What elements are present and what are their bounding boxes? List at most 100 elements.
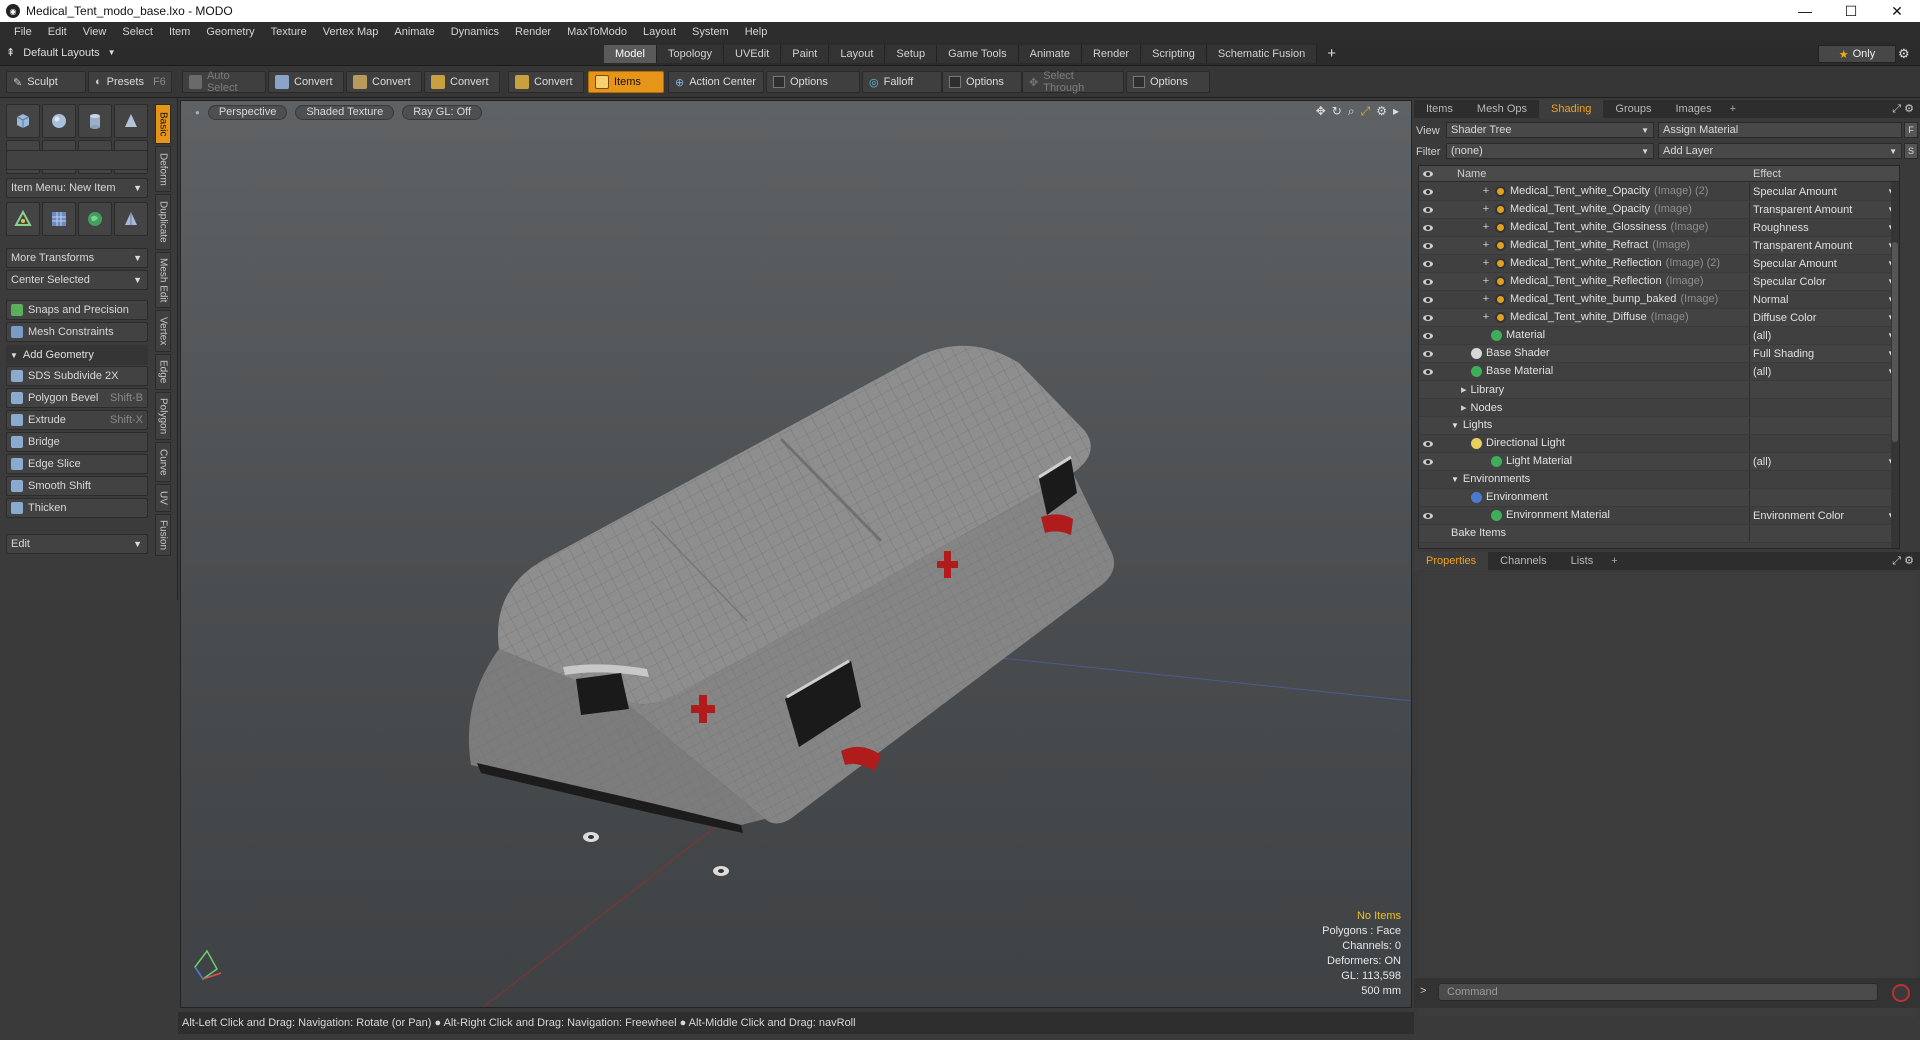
tree-scrollbar[interactable]	[1891, 182, 1899, 548]
visibility-eye-icon[interactable]	[1421, 204, 1435, 216]
assign-material-button[interactable]: Assign Material	[1658, 122, 1902, 138]
smooth-shift-button[interactable]: Smooth Shift	[6, 476, 148, 496]
shader-tree-row[interactable]: + Medical_Tent_white_bump_baked (Image) Nor…	[1419, 291, 1899, 309]
gear-icon[interactable]: ⚙	[1898, 46, 1910, 62]
tab-schematic-fusion[interactable]: Schematic Fusion	[1206, 45, 1318, 63]
filter-dropdown[interactable]: (none) ▼	[1446, 143, 1654, 159]
auto-select-button[interactable]: Auto Select	[182, 70, 266, 94]
maximize-button[interactable]: ☐	[1828, 0, 1874, 22]
pyramid-tool[interactable]	[114, 202, 148, 236]
add-layer-s-button[interactable]: S	[1904, 143, 1918, 159]
shader-tree-row[interactable]: Base Shader Full Shading▼	[1419, 345, 1899, 363]
shader-tree-row[interactable]: + Medical_Tent_white_Reflection (Image) (2…	[1419, 255, 1899, 273]
menu-help[interactable]: Help	[737, 26, 776, 38]
menu-system[interactable]: System	[684, 26, 737, 38]
panel-expand-gear-icon[interactable]: ⤢ ⚙	[1892, 102, 1914, 116]
expand-plus-icon[interactable]: +	[1481, 221, 1491, 233]
tab-channels[interactable]: Channels	[1488, 552, 1558, 570]
expand-plus-icon[interactable]: +	[1481, 311, 1491, 323]
extrude-button[interactable]: Extrude Shift-X	[6, 410, 148, 430]
tree-item[interactable]: ▸ Nodes	[1461, 401, 1502, 415]
tree-item[interactable]: + Medical_Tent_white_Glossiness (Image)	[1481, 221, 1709, 233]
tab-shading[interactable]: Shading	[1539, 100, 1604, 118]
item-menu-dropdown[interactable]: Item Menu: New Item ▼	[6, 178, 148, 198]
tree-item[interactable]: Environment	[1471, 491, 1548, 503]
menu-item[interactable]: Item	[161, 26, 198, 38]
visibility-eye-icon[interactable]	[1421, 240, 1435, 252]
add-tab-button[interactable]: +	[1724, 103, 1742, 115]
visibility-eye-icon[interactable]	[1421, 366, 1435, 378]
vtab-edge[interactable]: Edge	[155, 354, 171, 390]
center-selected-dropdown[interactable]: Center Selected ▼	[6, 270, 148, 290]
menu-edit[interactable]: Edit	[40, 26, 75, 38]
tree-item[interactable]: + Medical_Tent_white_Reflection (Image) (2…	[1481, 257, 1720, 269]
vtab-mesh-edit[interactable]: Mesh Edit	[155, 252, 171, 308]
convert-items-button[interactable]: Convert	[508, 71, 584, 93]
tree-item[interactable]: Base Shader	[1471, 347, 1550, 359]
only-button[interactable]: ★ Only	[1818, 45, 1896, 63]
tree-item[interactable]: + Medical_Tent_white_Reflection (Image)	[1481, 275, 1704, 287]
tab-images[interactable]: Images	[1664, 100, 1724, 118]
items-mode-button[interactable]: Items	[588, 71, 664, 93]
view-dropdown[interactable]: Shader Tree ▼	[1446, 122, 1654, 138]
tab-mesh-ops[interactable]: Mesh Ops	[1465, 100, 1539, 118]
effect-cell[interactable]: (all)▼	[1749, 453, 1899, 470]
tab-scripting[interactable]: Scripting	[1141, 45, 1207, 63]
visibility-eye-icon[interactable]	[1421, 456, 1435, 468]
3d-viewport[interactable]: ● Perspective Shaded Texture Ray GL: Off…	[180, 100, 1412, 1008]
tab-groups[interactable]: Groups	[1603, 100, 1663, 118]
shader-tree-row[interactable]: ▸ Nodes	[1419, 399, 1899, 417]
tent-model[interactable]	[181, 101, 1412, 1008]
command-input[interactable]: Command	[1438, 983, 1878, 1001]
effect-cell[interactable]: Full Shading▼	[1749, 345, 1899, 362]
menu-select[interactable]: Select	[114, 26, 161, 38]
visibility-eye-icon[interactable]	[1421, 222, 1435, 234]
menu-file[interactable]: File	[6, 26, 40, 38]
tree-scroll-thumb[interactable]	[1892, 242, 1898, 442]
tree-item[interactable]: + Medical_Tent_white_Diffuse (Image)	[1481, 311, 1689, 323]
more-transforms-dropdown[interactable]: More Transforms ▼	[6, 248, 148, 268]
mesh-constraints-button[interactable]: Mesh Constraints	[6, 322, 148, 342]
tree-item[interactable]: + Medical_Tent_white_Refract (Image)	[1481, 239, 1690, 251]
effect-cell[interactable]: (all)▼	[1749, 327, 1899, 344]
vtab-uv[interactable]: UV	[155, 484, 171, 512]
column-effect-header[interactable]: Effect	[1753, 168, 1781, 180]
add-layer-dropdown[interactable]: Add Layer ▼	[1658, 143, 1902, 159]
tree-item[interactable]: ▼ Lights	[1451, 419, 1492, 431]
vtab-fusion[interactable]: Fusion	[155, 514, 171, 556]
visibility-eye-icon[interactable]	[1421, 510, 1435, 522]
shader-tree-row[interactable]: Light Material (all)▼	[1419, 453, 1899, 471]
stop-icon[interactable]	[1892, 984, 1910, 1002]
add-geometry-section[interactable]: ▼ Add Geometry	[6, 345, 148, 365]
effect-cell[interactable]: (all)▼	[1749, 363, 1899, 380]
tab-items[interactable]: Items	[1414, 100, 1465, 118]
edge-slice-button[interactable]: Edge Slice	[6, 454, 148, 474]
action-center-button[interactable]: ⊕ Action Center	[668, 71, 764, 93]
collapse-arrow-icon[interactable]: ▼	[1451, 475, 1459, 484]
tab-properties[interactable]: Properties	[1414, 552, 1489, 570]
tree-item[interactable]: Environment Material	[1491, 509, 1610, 521]
shader-tree-row[interactable]: ▸ Library	[1419, 381, 1899, 399]
snaps-precision-button[interactable]: Snaps and Precision	[6, 300, 148, 320]
shader-tree-row[interactable]: + Medical_Tent_white_Refract (Image) Transp…	[1419, 237, 1899, 255]
vtab-vertex[interactable]: Vertex	[155, 310, 171, 352]
tree-item[interactable]: + Medical_Tent_white_bump_baked (Image)	[1481, 293, 1718, 305]
menu-layout[interactable]: Layout	[635, 26, 684, 38]
effect-cell[interactable]: Specular Amount▼	[1749, 183, 1899, 200]
shader-tree-row[interactable]: + Medical_Tent_white_Reflection (Image) Spe…	[1419, 273, 1899, 291]
tree-item[interactable]: Directional Light	[1471, 437, 1565, 449]
menu-geometry[interactable]: Geometry	[198, 26, 262, 38]
shader-tree-row[interactable]: + Medical_Tent_white_Glossiness (Image) Rou…	[1419, 219, 1899, 237]
column-name-header[interactable]: Name	[1457, 168, 1486, 180]
tab-animate[interactable]: Animate	[1018, 45, 1082, 63]
vtab-basic[interactable]: Basic	[155, 104, 171, 144]
shader-tree-row[interactable]: ▼ Lights	[1419, 417, 1899, 435]
shader-tree-row[interactable]: Environment Material Environment Color▼	[1419, 507, 1899, 525]
tree-item[interactable]: ▼ Environments	[1451, 473, 1530, 485]
close-button[interactable]: ✕	[1874, 0, 1920, 22]
effect-cell[interactable]: Specular Color▼	[1749, 273, 1899, 290]
cone-tool[interactable]	[114, 104, 148, 138]
effect-cell[interactable]: Transparent Amount▼	[1749, 201, 1899, 218]
menu-dynamics[interactable]: Dynamics	[443, 26, 507, 38]
sphere-tool[interactable]	[42, 104, 76, 138]
